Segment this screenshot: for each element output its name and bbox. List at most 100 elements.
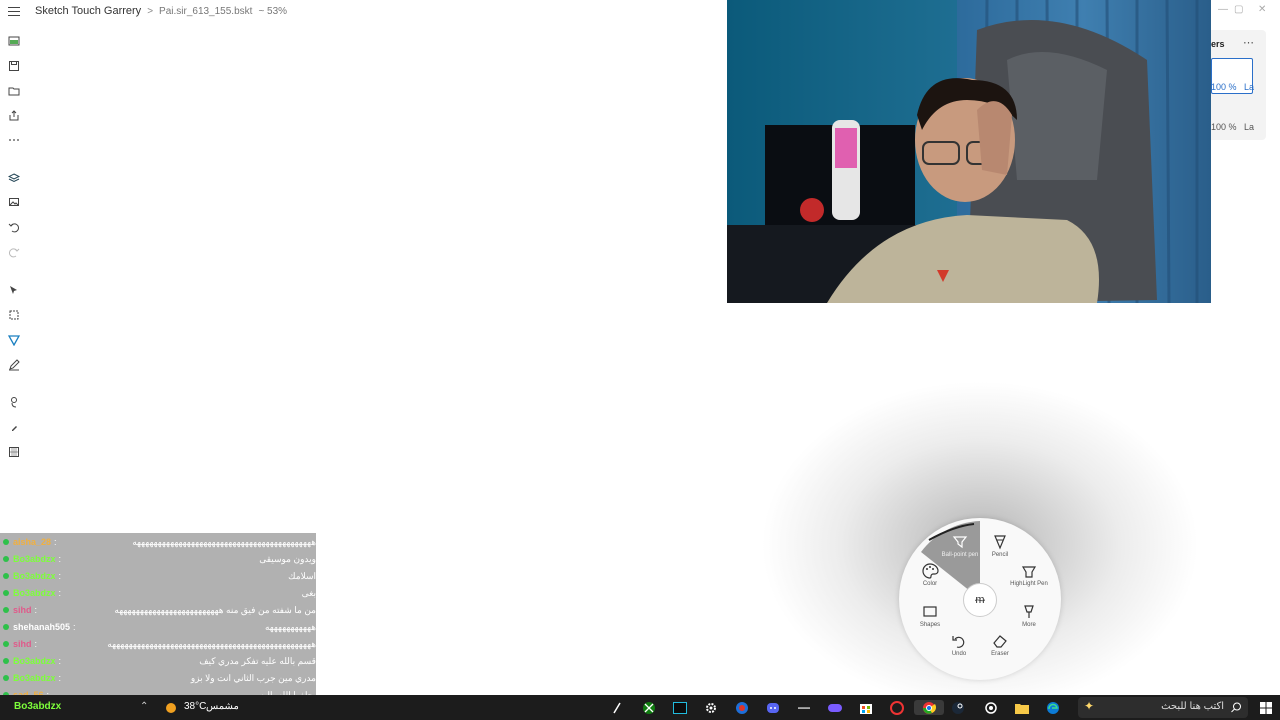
discord-icon[interactable] xyxy=(765,700,781,715)
crop-icon[interactable] xyxy=(6,307,22,323)
chrome-icon[interactable] xyxy=(914,700,944,715)
chat-username[interactable]: sihd xyxy=(13,639,32,649)
radial-center-button[interactable]: ᵯ xyxy=(963,583,997,617)
eraser-tool[interactable]: Eraser xyxy=(977,632,1023,657)
highlight-pen-tool[interactable]: HighLight Pen xyxy=(1006,562,1052,587)
chat-message-text: هههههههههههه xyxy=(264,621,316,632)
ballpoint-pen-icon xyxy=(952,536,968,549)
layer-1-opacity: 100 % xyxy=(1211,82,1237,92)
file-name: Pai.sir_613_155.bskt xyxy=(159,5,253,17)
shapes-label: Shapes xyxy=(919,622,941,628)
undo-icon[interactable] xyxy=(6,219,22,235)
chat-username[interactable]: Bo3abdzx xyxy=(13,571,56,581)
browser-app-icon[interactable] xyxy=(734,700,750,715)
more-icon[interactable] xyxy=(6,132,22,148)
chat-separator: : xyxy=(34,605,38,615)
chat-message: Bo3abdzx: قسم بالله عليه تفكر مدري كيف xyxy=(0,653,316,669)
minimize-icon[interactable]: — xyxy=(1218,4,1228,15)
more-tool[interactable]: More xyxy=(1006,603,1052,628)
store-icon[interactable] xyxy=(858,700,874,715)
grid-icon[interactable] xyxy=(6,444,22,460)
pen-taskbar-icon[interactable] xyxy=(611,700,623,715)
color-label: Color xyxy=(922,581,938,587)
camera-app-icon[interactable] xyxy=(983,700,999,715)
dropper-icon[interactable] xyxy=(6,419,22,435)
chat-badge-icon xyxy=(3,658,9,664)
layers-icon[interactable] xyxy=(6,170,22,186)
chat-username[interactable]: Bo3abdzx xyxy=(13,554,56,564)
chat-separator: : xyxy=(58,554,62,564)
stream-chat-overlay: aisha_28: ههههههههههههههههههههههههههههههه… xyxy=(0,533,316,719)
shapes-tool[interactable]: Shapes xyxy=(907,603,953,628)
taskbar-search-input[interactable]: ✦ اكتب هنا للبحث xyxy=(1078,697,1248,718)
chat-username[interactable]: aisha_28 xyxy=(13,537,51,547)
maximize-icon[interactable]: ▢ xyxy=(1234,4,1243,15)
chat-message-text: قسم بالله عليه تفكر مدري كيف xyxy=(199,655,316,666)
chat-message: Bo3abdzx: اسلامك xyxy=(0,568,316,584)
layers-more-icon[interactable]: ⋯ xyxy=(1243,36,1254,49)
chat-overlay-user: Bo3abdzx xyxy=(14,701,62,712)
weather-icon[interactable] xyxy=(164,700,178,715)
chat-username[interactable]: sihd xyxy=(13,605,32,615)
app-window: Sketch Touch Garrery > Pai.sir_613_155.b… xyxy=(0,0,1280,720)
hamburger-menu-icon[interactable] xyxy=(8,7,20,17)
redo-icon[interactable] xyxy=(6,244,22,260)
select-icon[interactable] xyxy=(6,282,22,298)
breadcrumb-separator: > xyxy=(147,5,154,17)
pencil-label: Pencil xyxy=(991,552,1009,558)
eraser-icon xyxy=(993,635,1007,648)
layer-2-opacity: 100 % xyxy=(1211,122,1237,132)
gamepad-icon[interactable] xyxy=(827,700,843,715)
terminal-icon[interactable] xyxy=(672,700,688,715)
shapes-icon xyxy=(923,606,937,617)
chat-message-text: من ما شفته من فيق منه هههههههههههههههههه… xyxy=(114,604,316,615)
chat-message: shehanah505: هههههههههههه xyxy=(0,619,316,635)
pencil-tool[interactable]: Pencil xyxy=(977,533,1023,558)
chat-message-text: هههههههههههههههههههههههههههههههههههههههه… xyxy=(132,536,316,547)
file-explorer-icon[interactable] xyxy=(1014,700,1030,715)
chat-message-text: بغى xyxy=(301,587,316,598)
windows-taskbar: Bo3abdzx ⌃ 38°C مشمس ▬▬ ✦ اكتب هنا للبحث xyxy=(0,695,1280,720)
tray-chevron-icon[interactable]: ⌃ xyxy=(140,701,148,712)
settings-gear-icon[interactable] xyxy=(703,700,719,715)
chat-separator: : xyxy=(73,622,76,632)
webcam-overlay xyxy=(727,0,1211,303)
chat-message-text: ويدون موسيقى xyxy=(259,553,316,564)
search-placeholder: اكتب هنا للبحث xyxy=(1161,701,1224,712)
layers-panel-title: ers xyxy=(1211,39,1225,49)
undo-arrow-icon xyxy=(952,636,965,648)
export-icon[interactable] xyxy=(6,108,22,124)
color-tool[interactable]: Color xyxy=(907,562,953,587)
chat-badge-icon xyxy=(3,641,9,647)
touch-icon[interactable] xyxy=(6,394,22,410)
steam-icon[interactable] xyxy=(950,700,966,715)
save-icon[interactable] xyxy=(6,58,22,74)
chat-username[interactable]: Bo3abdzx xyxy=(13,656,56,666)
chat-username[interactable]: Bo3abdzx xyxy=(13,673,56,683)
app-icon-generic[interactable]: ▬▬ xyxy=(796,700,812,715)
webcam-scene xyxy=(727,0,1211,303)
gallery-icon[interactable] xyxy=(6,33,22,49)
chat-badge-icon xyxy=(3,675,9,681)
media-app-icon[interactable] xyxy=(889,700,905,715)
eraser-label: Eraser xyxy=(991,651,1009,657)
image-icon[interactable] xyxy=(6,194,22,210)
app-title[interactable]: Sketch Touch Garrery xyxy=(35,5,141,17)
open-icon[interactable] xyxy=(6,83,22,99)
pen-icon[interactable] xyxy=(6,332,22,348)
chat-message: Bo3abdzx: بغى xyxy=(0,585,316,601)
pencil-icon[interactable] xyxy=(6,357,22,373)
windows-start-icon[interactable] xyxy=(1259,700,1273,715)
undo-tool[interactable]: Undo xyxy=(936,632,982,657)
layers-panel: ers ⋯ 100 % La 100 % La xyxy=(1211,30,1266,140)
more-label: More xyxy=(1022,622,1036,628)
pencil-tool-icon xyxy=(994,535,1006,550)
undo-label: Undo xyxy=(951,651,967,657)
chat-separator: : xyxy=(58,656,62,666)
close-icon[interactable]: ✕ xyxy=(1258,4,1266,15)
chat-username[interactable]: shehanah505 xyxy=(13,622,70,632)
chat-badge-icon xyxy=(3,573,9,579)
edge-icon[interactable] xyxy=(1045,700,1061,715)
chat-username[interactable]: Bo3abdzx xyxy=(13,588,56,598)
xbox-icon[interactable] xyxy=(641,700,657,715)
